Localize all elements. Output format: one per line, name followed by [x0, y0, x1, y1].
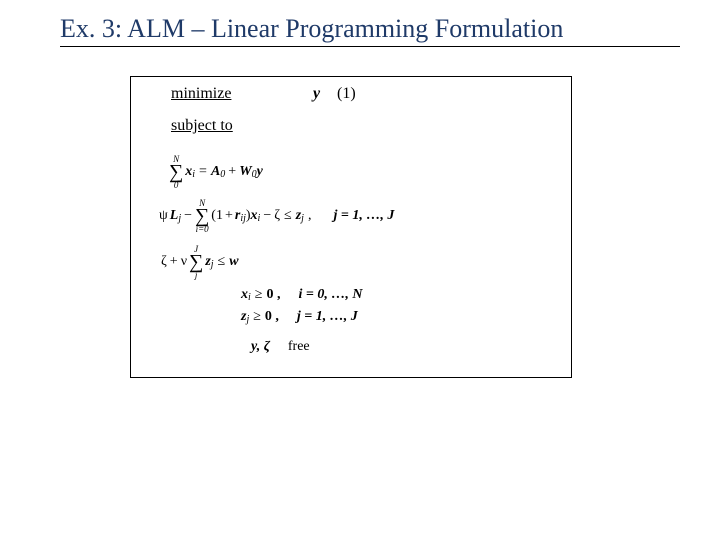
constraint-6: y, ζ free [251, 339, 310, 355]
objective-variable: y [313, 85, 320, 103]
minimize-label: minimize [171, 85, 231, 103]
range-j: j = 1, …, J [297, 309, 358, 325]
sub-rij: ij [240, 213, 246, 224]
comma: , [308, 208, 312, 224]
sub-i: i [192, 169, 195, 180]
var-y: y [257, 164, 263, 180]
sum-icon: N ∑ 0 [169, 155, 183, 189]
sum-icon: N ∑ i=0 [195, 199, 209, 233]
minus: − [184, 208, 192, 224]
nu: ν [181, 254, 187, 270]
sub-zj: j [211, 259, 214, 270]
zeta: ζ [161, 254, 167, 270]
var-x: x [251, 208, 258, 224]
plus: + [170, 254, 178, 270]
one: 1 [216, 208, 223, 224]
var-x: x [241, 287, 248, 303]
zero: 0 , [265, 309, 279, 325]
le: ≤ [284, 208, 292, 224]
sub-W0: 0 [252, 169, 257, 180]
ge: ≥ [253, 309, 261, 325]
var-w: w [229, 254, 238, 270]
free-vars: y, ζ [251, 339, 270, 355]
sum-lower: 0 [174, 181, 179, 189]
formulation-box: minimize y (1) subject to N ∑ 0 x i = A … [130, 76, 572, 378]
sum-lower: i=0 [196, 225, 209, 233]
equals: = [199, 164, 207, 180]
constraint-3: ζ + ν J ∑ j z j ≤ w [161, 245, 239, 279]
plus: + [228, 164, 236, 180]
var-W: W [239, 164, 251, 180]
equation-number: (1) [337, 85, 356, 103]
sub-zj: j [301, 213, 304, 224]
range-i: i = 0, …, N [298, 287, 362, 303]
sub-A0: 0 [220, 169, 225, 180]
zeta: ζ [274, 208, 280, 224]
zero: 0 , [266, 287, 280, 303]
le: ≤ [218, 254, 226, 270]
sum-icon: J ∑ j [189, 245, 203, 279]
sub-xi: i [258, 213, 261, 224]
sigma-symbol: ∑ [195, 207, 209, 225]
sigma-symbol: ∑ [169, 163, 183, 181]
sum-lower: j [195, 271, 198, 279]
slide-title: Ex. 3: ALM – Linear Programming Formulat… [60, 14, 680, 47]
constraint-4: x i ≥ 0 , i = 0, …, N [241, 287, 362, 303]
plus: + [225, 208, 233, 224]
sub-Lj: j [178, 213, 181, 224]
sub-zj: j [246, 314, 249, 325]
sub-xi: i [248, 292, 251, 303]
constraint-1: N ∑ 0 x i = A 0 + W 0 y [169, 155, 263, 189]
ge: ≥ [255, 287, 263, 303]
free-label: free [288, 339, 310, 355]
sigma-symbol: ∑ [189, 253, 203, 271]
range-j: j = 1, …, J [333, 208, 394, 224]
minus: − [263, 208, 271, 224]
var-A: A [211, 164, 220, 180]
psi: ψ [159, 208, 168, 224]
subject-to-label: subject to [171, 117, 233, 135]
var-x: x [185, 164, 192, 180]
constraint-2: ψ L j − N ∑ i=0 ( 1 + r ij ) x i − ζ ≤ z… [159, 199, 394, 233]
constraint-5: z j ≥ 0 , j = 1, …, J [241, 309, 358, 325]
